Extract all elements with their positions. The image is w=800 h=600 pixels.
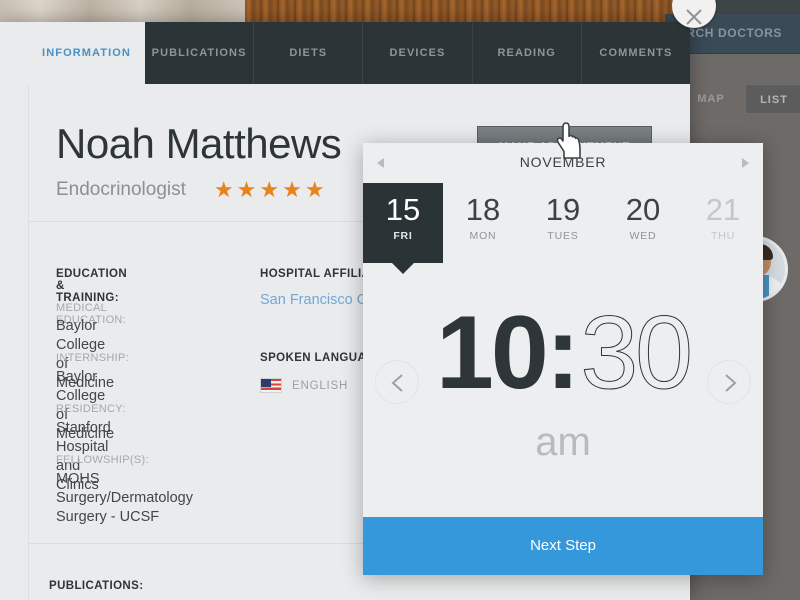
doctor-name: Noah Matthews (56, 120, 342, 167)
fellowship-label: FELLOWSHIP(S): (56, 454, 149, 466)
triangle-right-icon[interactable] (737, 157, 749, 169)
date-number: 19 (545, 192, 581, 227)
date-dayofweek: FRI (393, 230, 413, 242)
date-number: 15 (385, 192, 421, 227)
time-next-button[interactable] (707, 360, 751, 404)
picker-month-bar: NOVEMBER (363, 143, 763, 183)
left-vertical-divider (28, 22, 29, 600)
app-screen: ARCH DOCTORS MAP LIST INFORMATION PUBLIC… (0, 0, 800, 600)
date-number: 20 (625, 192, 661, 227)
tab-devices[interactable]: DEVICES (363, 22, 473, 84)
time-hour[interactable]: 10 (436, 295, 549, 411)
language-label: ENGLISH (292, 379, 349, 392)
spoken-languages-heading: SPOKEN LANGUAG (260, 352, 376, 364)
tab-list[interactable]: LIST (745, 84, 800, 114)
time-meridiem[interactable]: am (363, 420, 763, 465)
chevron-right-icon (725, 374, 737, 392)
residency-label: RESIDENCY: (56, 403, 126, 415)
tab-diets[interactable]: DIETS (254, 22, 364, 84)
time-display: 10:30 (363, 301, 763, 406)
date-dayofweek: TUES (547, 230, 579, 242)
tab-map[interactable]: MAP (687, 84, 735, 114)
rating-stars: ★★★★★ (213, 177, 328, 202)
date-cell-20[interactable]: 20 WED (603, 183, 683, 263)
month-label: NOVEMBER (519, 154, 607, 170)
appointment-picker-modal: NOVEMBER 15 FRI 18 MON 19 TUES 20 WED 21 (363, 143, 763, 575)
us-flag-icon (260, 378, 282, 393)
specialty-rating-row: Endocrinologist ★★★★★ (56, 179, 328, 201)
internship-label: INTERNSHIP: (56, 352, 129, 364)
date-cell-19[interactable]: 19 TUES (523, 183, 603, 263)
search-doctors-label: ARCH DOCTORS (677, 26, 782, 40)
specialty-label: Endocrinologist (56, 179, 186, 200)
publications-heading: PUBLICATIONS: (49, 580, 144, 592)
language-row: ENGLISH (260, 378, 348, 393)
education-heading: EDUCATION & TRAINING: (56, 268, 128, 304)
hospital-affiliations-heading: HOSPITAL AFFILIAT (260, 268, 377, 280)
date-dayofweek: THU (711, 230, 735, 242)
time-picker: 10:30 am (363, 263, 763, 513)
tab-information[interactable]: INFORMATION (28, 22, 145, 84)
wood-texture-strip (245, 0, 685, 22)
date-cell-21[interactable]: 21 THU (683, 183, 763, 263)
date-dayofweek: WED (629, 230, 657, 242)
date-cell-18[interactable]: 18 MON (443, 183, 523, 263)
date-cell-15[interactable]: 15 FRI (363, 183, 443, 274)
tab-publications[interactable]: PUBLICATIONS (145, 22, 255, 84)
time-minute[interactable]: 30 (580, 295, 694, 411)
fellowship-value: MOHS Surgery/Dermatology Surgery - UCSF (56, 471, 193, 525)
tab-reading[interactable]: READING (473, 22, 582, 84)
date-number: 18 (465, 192, 501, 227)
profile-tabbar: PUBLICATIONS DIETS DEVICES READING COMME… (145, 22, 690, 84)
tab-comments[interactable]: COMMENTS (582, 22, 690, 84)
date-strip: 15 FRI 18 MON 19 TUES 20 WED 21 THU (363, 183, 763, 274)
date-number: 21 (705, 192, 741, 227)
close-icon (686, 9, 702, 25)
next-step-button[interactable]: Next Step (363, 517, 763, 575)
flag-canton (261, 379, 271, 387)
time-colon: : (545, 295, 581, 411)
date-dayofweek: MON (469, 230, 497, 242)
